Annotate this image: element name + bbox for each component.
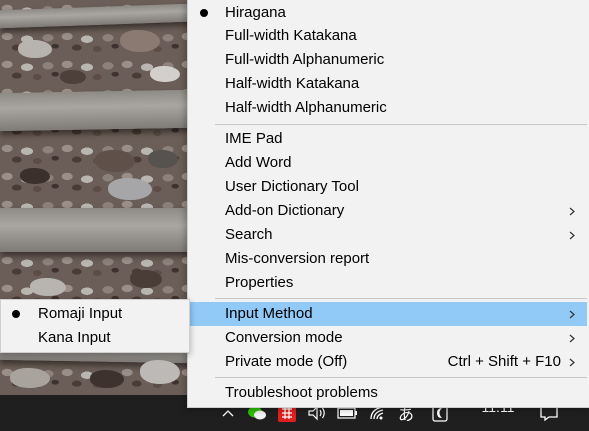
menu-item-label: Full-width Alphanumeric	[225, 51, 385, 68]
menu-item-label: Conversion mode	[225, 329, 343, 346]
menu-separator	[215, 298, 587, 299]
menu-item-label: Properties	[225, 274, 294, 291]
chevron-right-icon	[567, 302, 577, 326]
menu-item-conversion-mode[interactable]: Conversion mode	[189, 326, 587, 350]
menu-item-private-mode[interactable]: Private mode (Off) Ctrl + Shift + F10	[189, 350, 587, 374]
submenu-item-romaji-input[interactable]: Romaji Input	[1, 302, 189, 326]
menu-item-label: Hiragana	[225, 4, 286, 21]
menu-item-label: Half-width Alphanumeric	[225, 99, 387, 116]
menu-item-full-width-katakana[interactable]: Full-width Katakana	[189, 24, 587, 48]
menu-item-label: Add Word	[225, 154, 292, 171]
menu-item-label: Mis-conversion report	[225, 250, 370, 267]
chevron-right-icon	[567, 350, 577, 374]
radio-selected-icon	[12, 310, 20, 318]
menu-item-properties[interactable]: Properties	[189, 271, 587, 295]
menu-item-shortcut: Ctrl + Shift + F10	[447, 353, 561, 370]
menu-item-input-method[interactable]: Input Method	[189, 302, 587, 326]
menu-separator	[215, 377, 587, 378]
menu-item-label: Half-width Katakana	[225, 75, 360, 92]
menu-item-label: Troubleshoot problems	[225, 384, 378, 401]
menu-item-user-dictionary-tool[interactable]: User Dictionary Tool	[189, 175, 587, 199]
menu-item-half-width-katakana[interactable]: Half-width Katakana	[189, 72, 587, 96]
input-method-submenu: Romaji Input Kana Input	[0, 299, 190, 353]
radio-selected-icon	[200, 9, 208, 17]
submenu-item-label: Romaji Input	[38, 305, 123, 322]
menu-item-label: Add-on Dictionary	[225, 202, 345, 219]
chevron-right-icon	[567, 199, 577, 223]
menu-item-label: Private mode (Off)	[225, 353, 348, 370]
menu-item-add-word[interactable]: Add Word	[189, 151, 587, 175]
menu-item-label: Search	[225, 226, 273, 243]
menu-item-hiragana[interactable]: Hiragana	[189, 1, 587, 25]
menu-item-half-width-alphanumeric[interactable]: Half-width Alphanumeric	[189, 96, 587, 120]
ime-context-menu: Hiragana Full-width Katakana Full-width …	[187, 0, 589, 408]
menu-item-troubleshoot-problems[interactable]: Troubleshoot problems	[189, 381, 587, 405]
menu-item-full-width-alphanumeric[interactable]: Full-width Alphanumeric	[189, 48, 587, 72]
menu-item-label: IME Pad	[225, 130, 283, 147]
menu-separator	[215, 124, 587, 125]
submenu-item-kana-input[interactable]: Kana Input	[1, 326, 189, 350]
menu-item-mis-conversion-report[interactable]: Mis-conversion report	[189, 247, 587, 271]
menu-item-search[interactable]: Search	[189, 223, 587, 247]
menu-item-ime-pad[interactable]: IME Pad	[189, 127, 587, 151]
chevron-right-icon	[567, 326, 577, 350]
menu-item-label: User Dictionary Tool	[225, 178, 359, 195]
menu-item-label: Input Method	[225, 305, 313, 322]
menu-item-add-on-dictionary[interactable]: Add-on Dictionary	[189, 199, 587, 223]
submenu-item-label: Kana Input	[38, 329, 111, 346]
chevron-right-icon	[567, 223, 577, 247]
menu-item-label: Full-width Katakana	[225, 27, 357, 44]
